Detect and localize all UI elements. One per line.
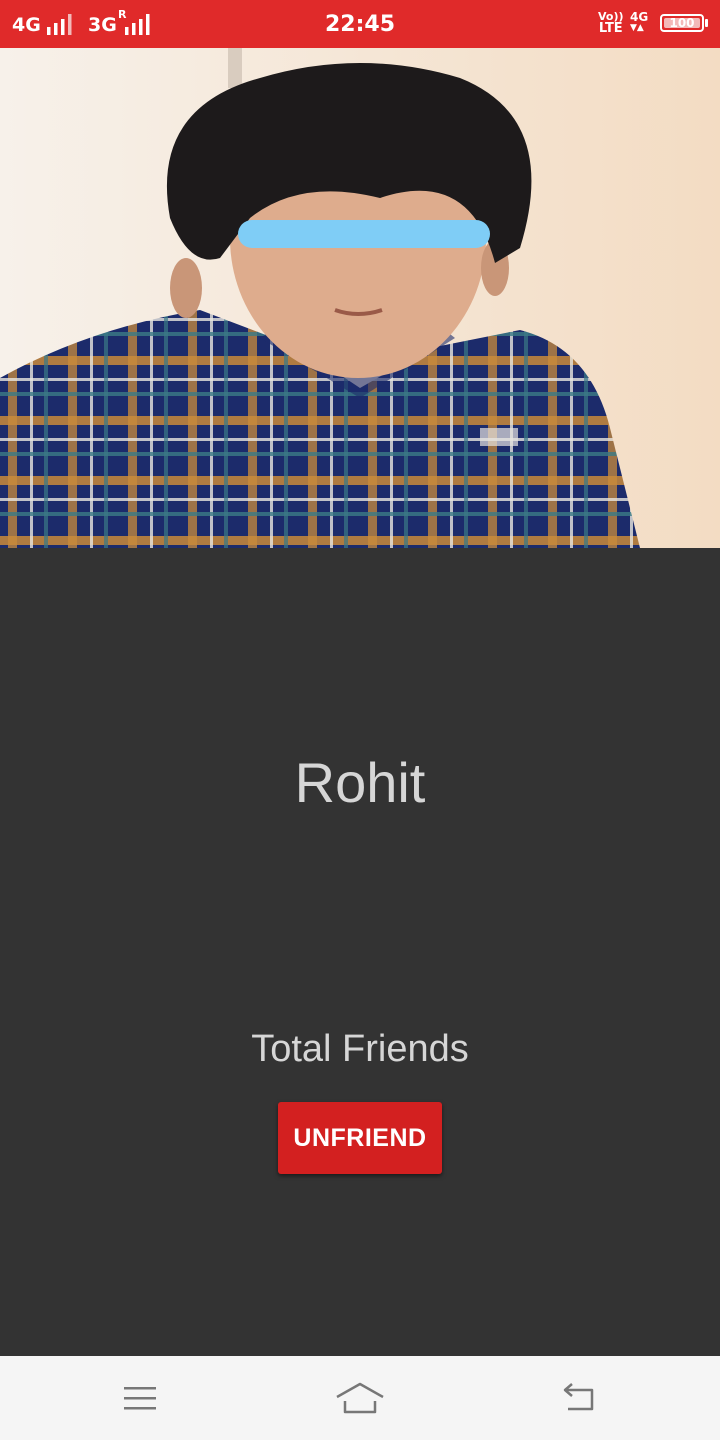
profile-photo xyxy=(0,48,720,548)
home-button[interactable] xyxy=(320,1368,400,1428)
status-bar: 4G 3G R 22:45 Vo)) LTE 4G ▼▲ 100 xyxy=(0,0,720,48)
back-icon xyxy=(563,1383,594,1411)
unfriend-button[interactable]: UNFRIEND xyxy=(278,1102,442,1174)
home-icon xyxy=(336,1382,384,1414)
menu-button[interactable] xyxy=(100,1368,180,1428)
total-friends-label: Total Friends xyxy=(251,1028,469,1070)
volte-indicator: Vo)) LTE xyxy=(598,10,624,36)
data-type-indicator: 4G ▼▲ xyxy=(630,10,649,33)
profile-name: Rohit xyxy=(294,751,426,814)
battery-level: 100 xyxy=(669,16,695,30)
profile-photo-image xyxy=(0,48,720,548)
menu-icon xyxy=(124,1387,156,1410)
battery-icon: 100 xyxy=(660,14,704,32)
back-button[interactable] xyxy=(540,1368,620,1428)
data-arrows-icon: ▼▲ xyxy=(630,23,644,33)
navigation-bar xyxy=(0,1356,720,1440)
